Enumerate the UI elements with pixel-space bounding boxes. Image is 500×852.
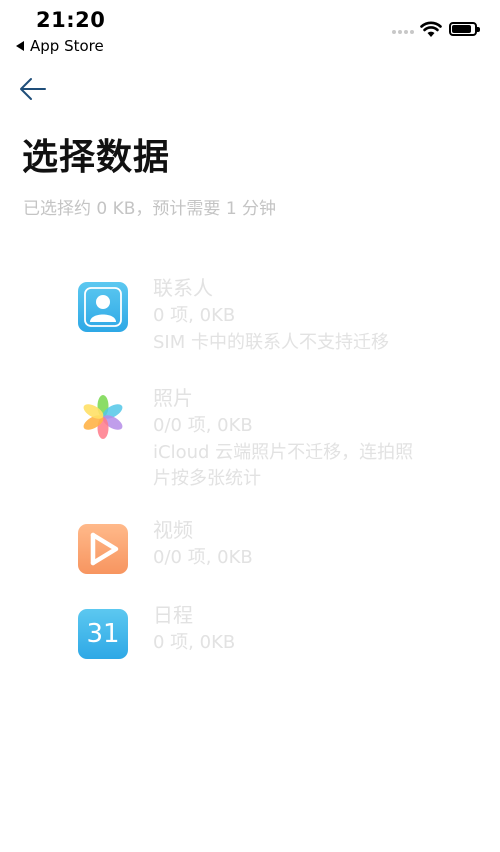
back-app-label: App Store [30,37,104,55]
item-note: SIM 卡中的联系人不支持迁移 [153,332,389,353]
cellular-signal-icon [392,30,414,34]
status-time: 21:20 [36,8,106,32]
back-triangle-icon [16,41,24,51]
contacts-icon [78,282,128,332]
photos-icon [78,392,128,442]
back-arrow-icon[interactable] [18,74,48,104]
item-name: 联系人 [153,276,213,300]
item-name: 视频 [153,518,193,542]
calendar-day-number: 31 [86,619,120,649]
selection-summary: 已选择约 0 KB，预计需要 1 分钟 [23,199,277,219]
item-name: 日程 [153,603,193,627]
item-name: 照片 [153,386,193,410]
wifi-icon [420,21,442,37]
screen: 21:20 App Store 选择数据 已选择约 0 KB，预计需要 1 分钟… [0,0,500,852]
item-count: 0 项, 0KB [153,632,236,653]
back-to-app-store-link[interactable]: App Store [16,37,104,55]
item-count: 0 项, 0KB [153,305,236,326]
item-count: 0/0 项, 0KB [153,547,253,568]
calendar-icon: 31 [78,609,128,659]
video-icon [78,524,128,574]
item-count: 0/0 项, 0KB [153,415,253,436]
page-title: 选择数据 [22,137,171,178]
item-note: iCloud 云端照片不迁移，连拍照片按多张统计 [153,442,414,489]
battery-icon [449,22,480,36]
